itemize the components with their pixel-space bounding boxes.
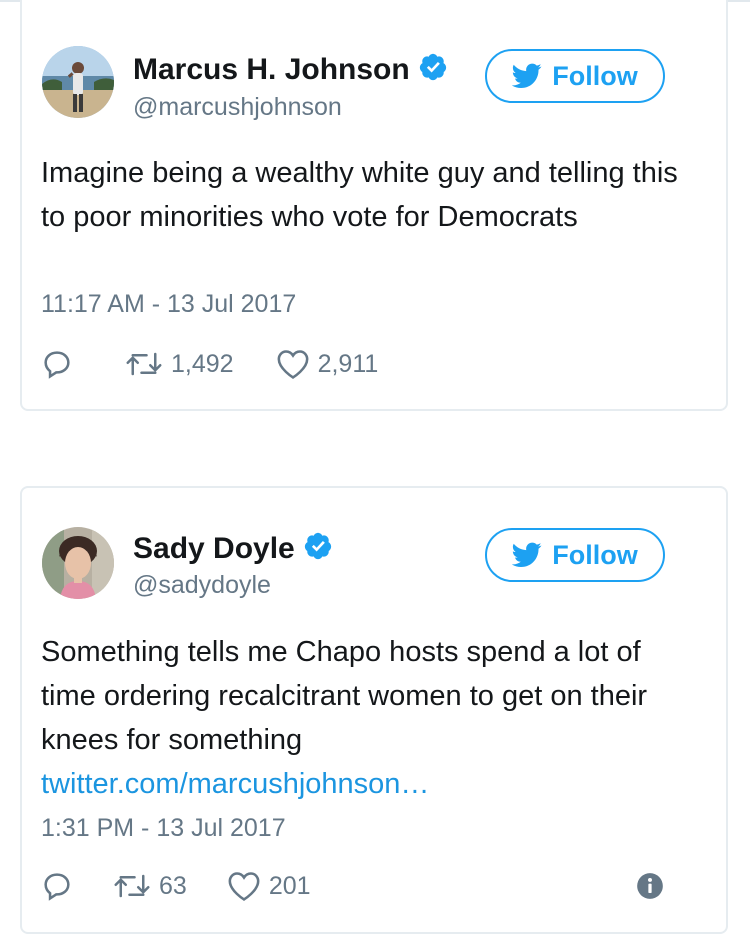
follow-button[interactable]: Follow (485, 49, 665, 103)
avatar[interactable] (42, 527, 114, 599)
retweet-icon (113, 871, 151, 901)
twitter-bird-icon (512, 542, 542, 568)
like-count: 201 (268, 871, 311, 900)
like-button[interactable]: 2,911 (276, 348, 379, 380)
tweet-link[interactable]: twitter.com/marcushjohnson… (41, 762, 681, 806)
retweet-icon (125, 349, 163, 379)
tweet-timestamp[interactable]: 11:17 AM - 13 Jul 2017 (41, 290, 296, 319)
tweet-text: Something tells me Chapo hosts spend a l… (41, 630, 681, 806)
retweet-count: 63 (159, 871, 187, 900)
tweet-actions: 1,492 2,911 (41, 344, 378, 384)
like-count: 2,911 (317, 349, 379, 378)
reply-button[interactable] (41, 870, 73, 902)
info-icon[interactable] (636, 872, 664, 900)
author-name[interactable]: Marcus H. Johnson (133, 52, 448, 90)
tweet-text: Imagine being a wealthy white guy and te… (41, 157, 678, 233)
reply-icon (41, 348, 73, 380)
like-icon (227, 870, 261, 902)
retweet-count: 1,492 (171, 349, 234, 378)
tweet-screenshot: Marcus H. Johnson @marcushjohnson Follow… (0, 0, 750, 945)
author-name-text[interactable]: Sady Doyle (133, 532, 295, 565)
tweet-actions: 63 201 (41, 866, 311, 906)
tweet-timestamp[interactable]: 1:31 PM - 13 Jul 2017 (41, 814, 286, 843)
author-name-text[interactable]: Marcus H. Johnson (133, 53, 410, 86)
like-button[interactable]: 201 (227, 870, 311, 902)
retweet-button[interactable]: 1,492 (125, 349, 234, 379)
reply-icon (41, 870, 73, 902)
follow-button-label[interactable]: Follow (552, 61, 637, 92)
retweet-button[interactable]: 63 (113, 871, 187, 901)
author-name[interactable]: Sady Doyle (133, 531, 333, 569)
follow-button[interactable]: Follow (485, 528, 665, 582)
verified-badge-icon (303, 531, 333, 569)
tweet-text-body: Something tells me Chapo hosts spend a l… (41, 636, 648, 756)
author-handle[interactable]: @marcushjohnson (133, 93, 342, 122)
like-icon (276, 348, 310, 380)
twitter-bird-icon (512, 63, 542, 89)
follow-button-label[interactable]: Follow (552, 540, 637, 571)
verified-badge-icon (418, 52, 448, 90)
author-handle[interactable]: @sadydoyle (133, 571, 271, 600)
avatar[interactable] (42, 46, 114, 118)
reply-button[interactable] (41, 348, 73, 380)
